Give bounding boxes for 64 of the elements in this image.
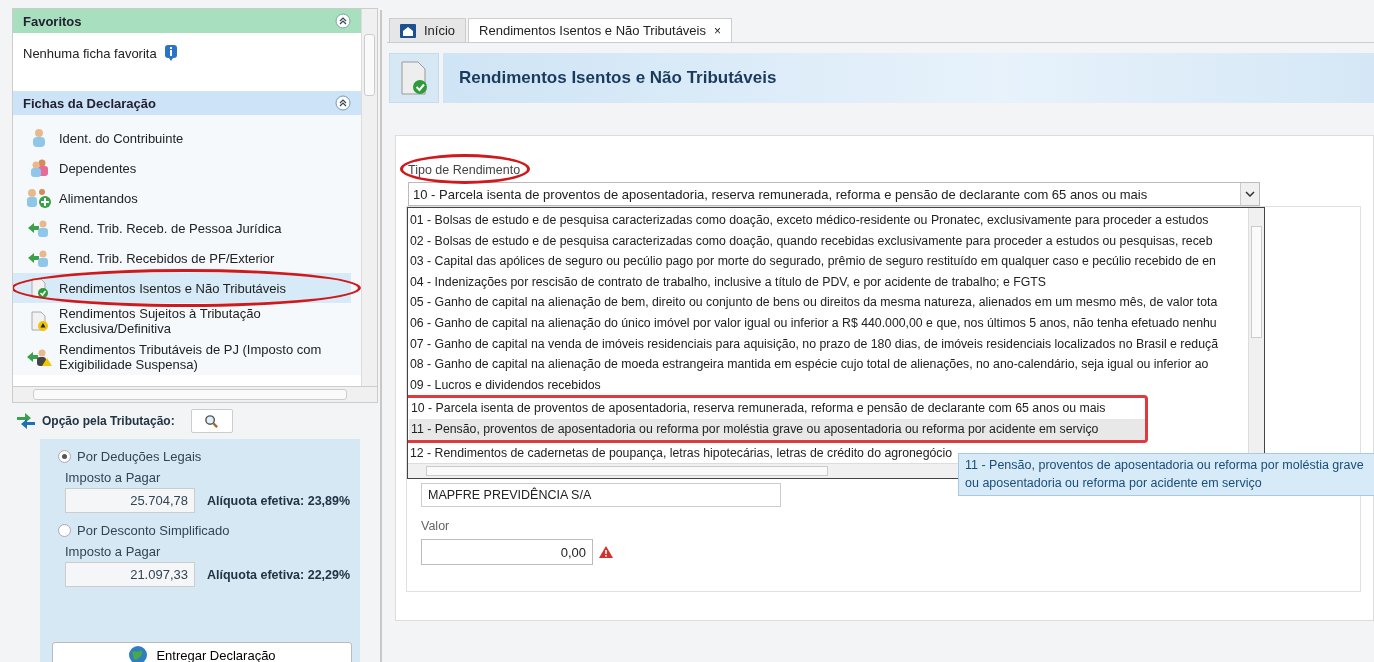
vertical-scrollbar[interactable] (361, 9, 377, 386)
search-button[interactable] (190, 409, 233, 433)
submit-declaration-button[interactable]: Entregar Declaração (52, 642, 352, 662)
empty-favorites-text: Nenhuma ficha favorita (23, 45, 157, 61)
favorites-header[interactable]: Favoritos (13, 9, 361, 33)
radio-label: Por Deduções Legais (77, 449, 202, 464)
page-title: Rendimentos Isentos e Não Tributáveis (443, 53, 1374, 103)
sidebar-item[interactable]: Dependentes (13, 153, 351, 183)
collapse-icon[interactable] (335, 95, 351, 111)
amount-label: Imposto a Pagar (65, 544, 162, 559)
taxation-title: Opção pela Tributação: (42, 414, 175, 428)
amount-label: Imposto a Pagar (65, 470, 162, 485)
arrow-person-icon (27, 218, 51, 238)
document-check-icon (29, 278, 49, 298)
list-option[interactable]: 07 - Ganho de capital na venda de imóveis residenciais para aquisição, no prazo de 180 dias, de imóveis residenciais localizados no Brasil e reduçã (408, 333, 1248, 355)
sidebar-item[interactable]: Rend. Trib. Recebidos de PF/Exterior (13, 243, 351, 273)
caret-icon (1245, 191, 1255, 197)
section-header[interactable]: Fichas da Declaração (13, 91, 361, 115)
arrow-person-warning-icon (26, 347, 52, 367)
tab[interactable]: Início (389, 18, 467, 42)
collapse-icon[interactable] (335, 13, 351, 29)
document-warning-icon (29, 311, 49, 331)
value-label: Valor (421, 519, 451, 534)
favorites-title: Favoritos (23, 13, 82, 29)
people-icon (29, 158, 49, 178)
radio-button[interactable] (58, 450, 71, 463)
effective-rate-text: Alíquota efetiva: 22,29% (207, 567, 351, 582)
amount-field: 21.097,33 (65, 562, 195, 587)
document-check-icon (399, 61, 429, 95)
section-title: Fichas da Declaração (23, 95, 156, 111)
list-option[interactable]: 05 - Ganho de capital na alienação de bem, direito ou conjunto de bens ou direitos da mesma natureza, alienados em um mesmo mês, de valor tota (408, 292, 1248, 313)
info-icon (164, 45, 177, 61)
list-option[interactable]: 06 - Ganho de capital na alienação do único imóvel por valor igual ou inferior a R$ 440.000,00 e que, nos últimos 5 anos, não tenha efetuado nenhu (408, 312, 1248, 334)
search-icon (204, 413, 220, 429)
exchange-arrows-icon (16, 412, 36, 430)
list-option[interactable]: 09 - Lucros e dividendos recebidos (408, 374, 1248, 396)
horizontal-scrollbar[interactable] (12, 387, 378, 403)
sidebar-item[interactable]: Rend. Trib. Receb. de Pessoa Jurídica (13, 213, 351, 243)
tab[interactable]: Rendimentos Isentos e Não Tributáveis × (468, 18, 732, 42)
list-option[interactable]: 04 - Indenizações por rescisão de contrato de trabalho, inclusive a título de PDV, e por acidente de trabalho; e FGTS (408, 271, 1248, 293)
field-label: Tipo de Rendimento (408, 163, 521, 177)
globe-icon (128, 645, 149, 662)
income-type-dropdown[interactable]: 10 - Parcela isenta de proventos de aposentadoria, reserva remunerada, reforma e pensão de declarante com 65 anos ou mais (408, 182, 1260, 206)
sidebar-item[interactable]: Ident. do Contribuinte (13, 123, 351, 153)
value-field[interactable]: 0,00 (421, 539, 593, 566)
people-add-icon (26, 188, 52, 208)
list-option[interactable]: 10 - Parcela isenta de proventos de aposentadoria, reserva remunerada, reforma e pensão de declarante com 65 anos ou mais (409, 398, 1145, 419)
sidebar-item[interactable]: Rendimentos Sujeitos à Tributação Exclusiva/Definitiva (13, 303, 351, 339)
list-option[interactable]: 02 - Bolsas de estudo e de pesquisa caracterizadas como doação, quando recebidas exclusivamente para proceder a estudos ou pesquisas, receb (408, 230, 1248, 252)
list-option[interactable]: 03 - Capital das apólices de seguro ou pecúlio pago por morte do segurado, prêmio de seguro restituído em qualquer caso e pecúlio recebido de en (408, 251, 1248, 272)
arrow-person-icon (27, 248, 51, 268)
sidebar-item[interactable]: Rendimentos Tributáveis de PJ (Imposto com Exigibilidade Suspensa) (13, 339, 351, 375)
payer-field[interactable]: MAPFRE PREVIDÊNCIA S/A (421, 483, 781, 508)
tooltip: 11 - Pensão, proventos de aposentadoria ou reforma por moléstia grave ou aposentadoria ou reforma por acidente em serviço (958, 453, 1374, 496)
list-option[interactable]: 11 - Pensão, proventos de aposentadoria ou reforma por moléstia grave ou aposentadoria ou reforma por acidente em serviço (409, 418, 1145, 440)
sidebar-item[interactable]: Alimentandos (13, 183, 351, 213)
radio-label: Por Desconto Simplificado (77, 523, 230, 538)
list-option[interactable]: 08 - Ganho de capital na alienação de moeda estrangeira mantida em espécie cujo total de alienações, no ano-calendário, seja igual ou inferior ao (408, 354, 1248, 375)
amount-field: 25.704,78 (65, 488, 195, 513)
home-icon (400, 23, 416, 38)
effective-rate-text: Alíquota efetiva: 23,89% (207, 493, 351, 508)
radio-button[interactable] (58, 524, 71, 537)
close-tab-button[interactable]: × (714, 23, 721, 38)
list-option[interactable]: 01 - Bolsas de estudo e de pesquisa caracterizadas como doação, exceto médico-residente ou Pronatec, exclusivamente para proceder a estudos (408, 210, 1248, 231)
